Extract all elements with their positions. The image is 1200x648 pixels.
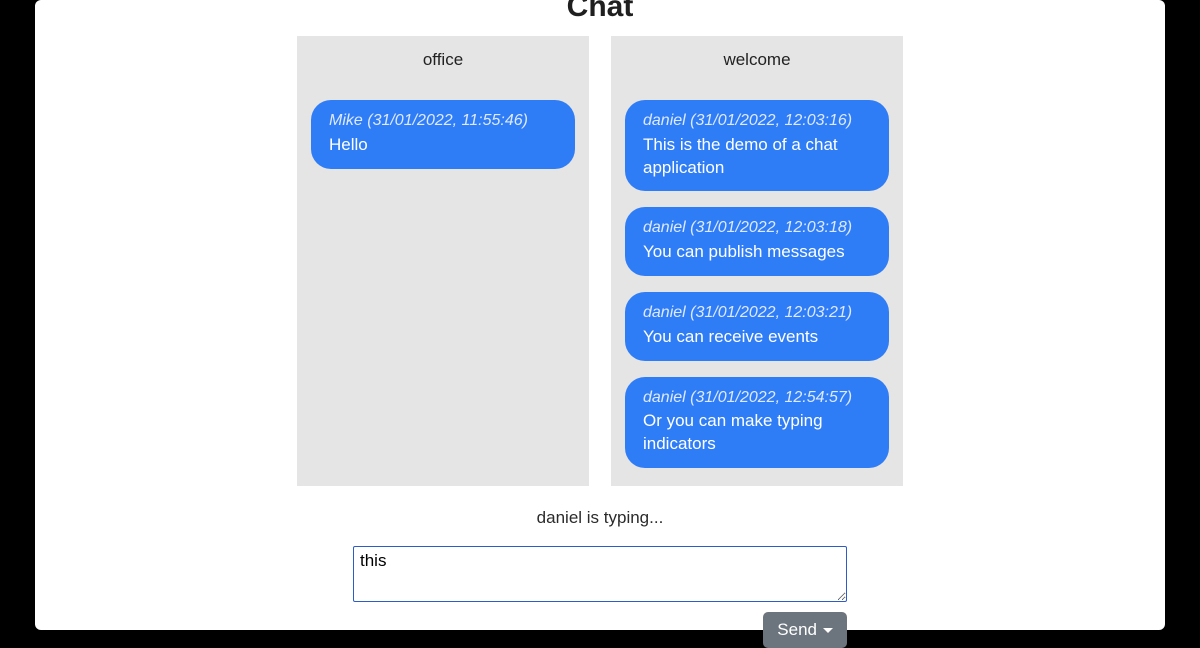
- send-row: Send: [353, 612, 847, 648]
- message-bubble: daniel (31/01/2022, 12:03:18) You can pu…: [625, 207, 889, 276]
- room-welcome: welcome daniel (31/01/2022, 12:03:16) Th…: [611, 36, 903, 486]
- message-body: Or you can make typing indicators: [643, 410, 871, 456]
- message-meta: daniel (31/01/2022, 12:54:57): [643, 387, 871, 409]
- message-bubble: daniel (31/01/2022, 12:03:16) This is th…: [625, 100, 889, 191]
- messages-list: Mike (31/01/2022, 11:55:46) Hello: [311, 100, 575, 169]
- message-timestamp: 31/01/2022, 12:03:18: [695, 219, 846, 236]
- message-author: daniel: [643, 304, 686, 321]
- app-window: Chat office Mike (31/01/2022, 11:55:46) …: [35, 0, 1165, 630]
- message-timestamp: 31/01/2022, 12:03:21: [695, 304, 846, 321]
- message-bubble: Mike (31/01/2022, 11:55:46) Hello: [311, 100, 575, 169]
- message-bubble: daniel (31/01/2022, 12:54:57) Or you can…: [625, 377, 889, 468]
- message-timestamp: 31/01/2022, 12:54:57: [695, 389, 846, 406]
- message-timestamp: 31/01/2022, 12:03:16: [695, 112, 846, 129]
- message-author: Mike: [329, 112, 363, 129]
- message-body: You can receive events: [643, 326, 871, 349]
- send-button-label: Send: [777, 620, 817, 640]
- message-author: daniel: [643, 219, 686, 236]
- page-title: Chat: [35, 0, 1165, 24]
- message-meta: daniel (31/01/2022, 12:03:16): [643, 110, 871, 132]
- message-meta: daniel (31/01/2022, 12:03:21): [643, 302, 871, 324]
- message-body: Hello: [329, 134, 557, 157]
- room-title: welcome: [625, 50, 889, 70]
- message-body: You can publish messages: [643, 241, 871, 264]
- message-input[interactable]: [353, 546, 847, 602]
- caret-down-icon: [823, 628, 833, 633]
- message-body: This is the demo of a chat application: [643, 134, 871, 180]
- messages-list: daniel (31/01/2022, 12:03:16) This is th…: [625, 100, 889, 468]
- rooms-container: office Mike (31/01/2022, 11:55:46) Hello…: [35, 36, 1165, 486]
- send-button[interactable]: Send: [763, 612, 847, 648]
- message-author: daniel: [643, 112, 686, 129]
- message-meta: Mike (31/01/2022, 11:55:46): [329, 110, 557, 132]
- typing-indicator: daniel is typing...: [537, 508, 664, 528]
- composer: daniel is typing... Send: [35, 508, 1165, 648]
- message-author: daniel: [643, 389, 686, 406]
- message-timestamp: 31/01/2022, 11:55:46: [373, 112, 523, 129]
- room-office: office Mike (31/01/2022, 11:55:46) Hello: [297, 36, 589, 486]
- message-meta: daniel (31/01/2022, 12:03:18): [643, 217, 871, 239]
- message-bubble: daniel (31/01/2022, 12:03:21) You can re…: [625, 292, 889, 361]
- room-title: office: [311, 50, 575, 70]
